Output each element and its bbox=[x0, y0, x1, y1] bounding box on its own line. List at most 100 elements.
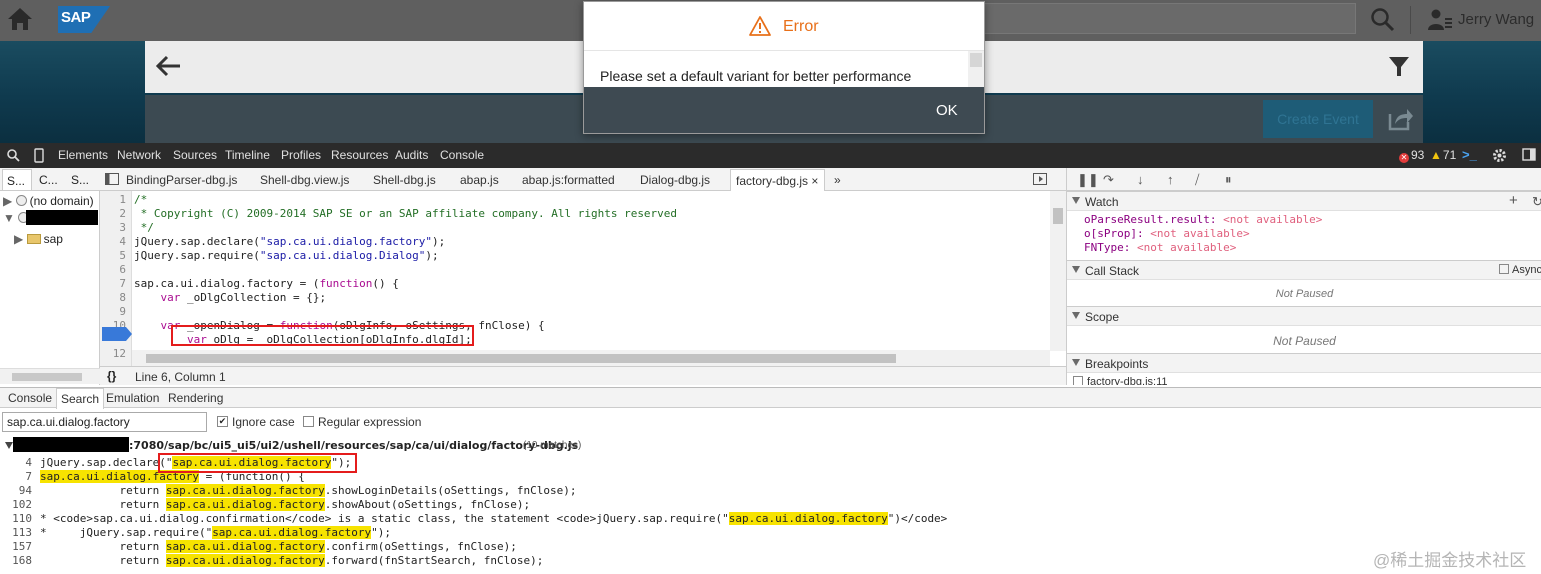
more-tabs-icon[interactable]: » bbox=[834, 173, 841, 187]
line-number[interactable]: 7 bbox=[119, 277, 126, 290]
async-checkbox[interactable]: Async bbox=[1499, 264, 1541, 276]
home-icon[interactable] bbox=[6, 6, 34, 32]
editor-tab-factory[interactable]: factory-dbg.js × bbox=[730, 169, 826, 191]
search-result-line[interactable]: return sap.ca.ui.dialog.factory.showLogi… bbox=[40, 484, 576, 497]
step-out-icon[interactable]: ↑ bbox=[1167, 172, 1174, 187]
warning-counter[interactable]: ▲71 bbox=[1430, 148, 1456, 162]
search-result-line[interactable]: return sap.ca.ui.dialog.factory.forward(… bbox=[40, 554, 543, 567]
result-line-number[interactable]: 168 bbox=[12, 554, 32, 567]
result-line-number[interactable]: 7 bbox=[25, 470, 32, 483]
line-number[interactable]: 6 bbox=[119, 263, 126, 276]
search-result-file[interactable]: :7080/sap/bc/ui5_ui5/ui2/ushell/resource… bbox=[129, 439, 578, 452]
line-number[interactable]: 8 bbox=[119, 291, 126, 304]
breakpoint-checkbox[interactable] bbox=[1073, 376, 1083, 385]
close-tab-icon[interactable]: × bbox=[811, 174, 818, 188]
gear-icon[interactable] bbox=[1492, 148, 1507, 163]
result-line-number[interactable]: 94 bbox=[19, 484, 32, 497]
filter-icon[interactable] bbox=[1388, 56, 1410, 78]
editor-tab-abap-formatted[interactable]: abap.js:formatted bbox=[522, 173, 615, 187]
back-arrow-icon[interactable] bbox=[156, 54, 182, 78]
result-line-number[interactable]: 113 bbox=[12, 526, 32, 539]
watch-pane-header[interactable]: Watch + ↻ bbox=[1067, 191, 1541, 211]
editor-tab-binding-parser[interactable]: BindingParser-dbg.js bbox=[126, 173, 237, 187]
search-result-line[interactable]: return sap.ca.ui.dialog.factory.confirm(… bbox=[40, 540, 517, 553]
line-number[interactable]: 4 bbox=[119, 235, 126, 248]
panel-tab-console[interactable]: Console bbox=[440, 148, 484, 162]
navigator-tab-snippets[interactable]: S... bbox=[71, 173, 89, 187]
deactivate-breakpoints-icon[interactable]: ⧸ bbox=[1195, 172, 1199, 188]
scope-pane-header[interactable]: Scope bbox=[1067, 306, 1541, 326]
panel-tab-profiles[interactable]: Profiles bbox=[281, 148, 321, 162]
result-line-number[interactable]: 110 bbox=[12, 512, 32, 525]
pause-icon[interactable]: ❚❚ bbox=[1077, 172, 1099, 188]
panel-tab-elements[interactable]: Elements bbox=[58, 148, 108, 162]
search-icon[interactable] bbox=[1370, 7, 1396, 33]
panel-tab-sources[interactable]: Sources bbox=[173, 148, 217, 162]
user-icon[interactable] bbox=[1428, 8, 1452, 32]
editor-tab-shell-view[interactable]: Shell-dbg.view.js bbox=[260, 173, 349, 187]
watch-expression[interactable]: FNType: <not available> bbox=[1084, 241, 1236, 254]
editor-tab-abap[interactable]: abap.js bbox=[460, 173, 499, 187]
panel-tab-resources[interactable]: Resources bbox=[331, 148, 388, 162]
step-into-icon[interactable]: ↓ bbox=[1137, 172, 1144, 187]
error-counter[interactable]: ✕ 93 bbox=[1399, 148, 1424, 163]
editor-vertical-scrollbar[interactable] bbox=[1050, 191, 1066, 351]
shell-search-field[interactable] bbox=[984, 3, 1356, 34]
collapse-arrow-icon[interactable] bbox=[5, 442, 13, 449]
drawer-tab-search[interactable]: Search bbox=[56, 388, 105, 409]
search-result-line[interactable]: return sap.ca.ui.dialog.factory.showAbou… bbox=[40, 498, 530, 511]
editor-horizontal-scrollbar[interactable] bbox=[132, 350, 1050, 366]
result-line-number[interactable]: 102 bbox=[12, 498, 32, 511]
line-number[interactable]: 9 bbox=[119, 305, 126, 318]
breakpoint-marker[interactable] bbox=[102, 327, 132, 341]
watch-expression[interactable]: o[sProp]: <not available> bbox=[1084, 227, 1250, 240]
breakpoint-item[interactable]: factory-dbg.js:11 bbox=[1073, 376, 1168, 385]
share-icon[interactable] bbox=[1388, 107, 1414, 131]
refresh-icon[interactable]: ↻ bbox=[1532, 194, 1541, 210]
ok-button[interactable]: OK bbox=[936, 102, 958, 119]
toggle-navigator-icon[interactable] bbox=[105, 173, 119, 185]
line-number[interactable]: 1 bbox=[119, 193, 126, 206]
line-number[interactable]: 12 bbox=[113, 347, 126, 360]
pause-on-exceptions-icon[interactable]: ⏸ bbox=[1225, 172, 1232, 188]
devtools-toolbar: Elements Network Sources Timeline Profil… bbox=[0, 143, 1541, 168]
drawer-tab-emulation[interactable]: Emulation bbox=[106, 391, 159, 405]
search-input[interactable] bbox=[2, 412, 207, 432]
toggle-debugger-icon[interactable] bbox=[1033, 173, 1047, 185]
line-number[interactable]: 3 bbox=[119, 221, 126, 234]
watch-expression[interactable]: oParseResult.result: <not available> bbox=[1084, 213, 1322, 226]
device-mode-icon[interactable] bbox=[34, 148, 44, 163]
user-name[interactable]: Jerry Wang bbox=[1458, 11, 1534, 28]
panel-tab-network[interactable]: Network bbox=[117, 148, 161, 162]
add-watch-icon[interactable]: + bbox=[1509, 192, 1518, 209]
panel-tab-audits[interactable]: Audits bbox=[395, 148, 428, 162]
result-line-number[interactable]: 157 bbox=[12, 540, 32, 553]
drawer-tab-rendering[interactable]: Rendering bbox=[168, 391, 223, 405]
tree-item-no-domain[interactable]: ▶ (no domain) bbox=[3, 194, 94, 208]
regex-checkbox[interactable] bbox=[303, 416, 314, 427]
drawer-tab-console[interactable]: Console bbox=[8, 391, 52, 405]
inspect-search-icon[interactable] bbox=[7, 149, 20, 162]
tree-item-sap-folder[interactable]: ▶ sap bbox=[14, 232, 63, 246]
step-over-icon[interactable]: ↷ bbox=[1103, 172, 1114, 188]
console-drawer-icon[interactable]: >_ bbox=[1462, 147, 1477, 162]
line-number[interactable]: 5 bbox=[119, 249, 126, 262]
editor-tab-shell[interactable]: Shell-dbg.js bbox=[373, 173, 436, 187]
call-stack-pane-header[interactable]: Call Stack Async bbox=[1067, 260, 1541, 280]
dock-side-icon[interactable] bbox=[1522, 148, 1536, 161]
create-event-button[interactable]: Create Event bbox=[1263, 100, 1373, 138]
navigator-tab-content-scripts[interactable]: C... bbox=[39, 173, 58, 187]
breakpoints-pane-header[interactable]: Breakpoints bbox=[1067, 353, 1541, 373]
result-line-number[interactable]: 4 bbox=[25, 456, 32, 469]
ignore-case-checkbox[interactable]: ✔ bbox=[217, 416, 228, 427]
dialog-scrollbar[interactable] bbox=[968, 51, 984, 87]
code-editor[interactable]: 1234567891012 11 /* * Copyright (C) 2009… bbox=[100, 191, 1066, 366]
editor-tab-dialog[interactable]: Dialog-dbg.js bbox=[640, 173, 710, 187]
navigator-scrollbar[interactable] bbox=[0, 368, 100, 384]
line-number[interactable]: 2 bbox=[119, 207, 126, 220]
navigator-tab-sources[interactable]: S... bbox=[2, 169, 32, 190]
pretty-print-button[interactable]: {} bbox=[107, 369, 116, 383]
search-result-line[interactable]: * jQuery.sap.require("sap.ca.ui.dialog.f… bbox=[40, 526, 391, 539]
panel-tab-timeline[interactable]: Timeline bbox=[225, 148, 270, 162]
search-result-line[interactable]: * <code>sap.ca.ui.dialog.confirmation</c… bbox=[40, 512, 947, 525]
